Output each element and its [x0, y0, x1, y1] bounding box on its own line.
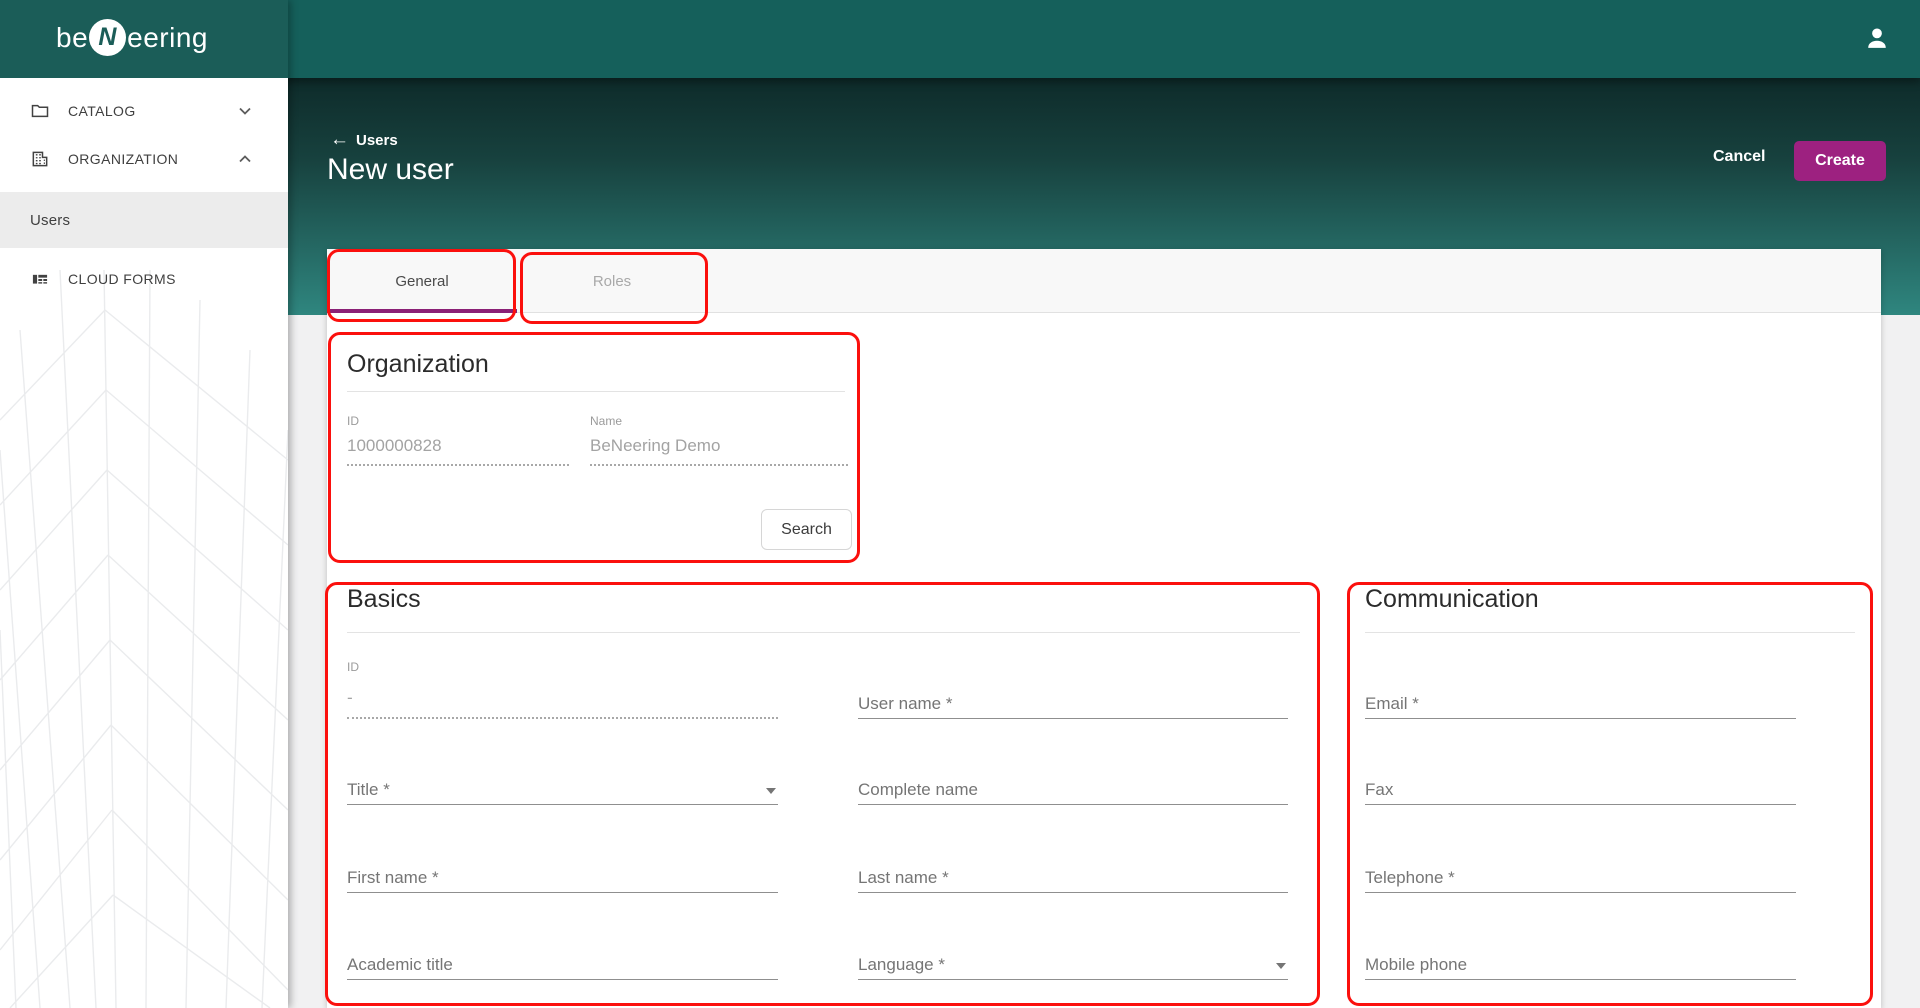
mobile-phone-label: Mobile phone: [1365, 955, 1468, 974]
organization-name-value: BeNeering Demo: [590, 436, 721, 455]
title-select[interactable]: Title *: [347, 780, 778, 808]
email-field[interactable]: Email *: [1365, 694, 1796, 722]
telephone-field[interactable]: Telephone *: [1365, 868, 1796, 896]
first-name-label: First name *: [347, 868, 439, 887]
communication-section-title: Communication: [1365, 585, 1539, 613]
active-tab-underline: [327, 309, 517, 313]
cancel-button[interactable]: Cancel: [1713, 148, 1765, 166]
communication-divider: [1365, 632, 1855, 633]
sidebar-item-label: CLOUD FORMS: [68, 271, 176, 287]
chevron-up-icon: [239, 155, 251, 163]
title-label: Title *: [347, 780, 390, 799]
organization-divider: [347, 391, 845, 392]
basics-section-title: Basics: [347, 585, 421, 613]
logo-text-eering: eering: [127, 21, 208, 53]
sidebar-header: be N eering: [0, 0, 288, 78]
beneering-logo: be N eering: [56, 19, 208, 56]
logo-n-circle-icon: N: [89, 19, 127, 56]
sidebar-item-users[interactable]: Users: [0, 192, 288, 248]
sidebar-item-catalog[interactable]: CATALOG: [0, 88, 288, 134]
chevron-down-icon: [239, 107, 251, 115]
language-select[interactable]: Language *: [858, 955, 1288, 983]
telephone-label: Telephone *: [1365, 868, 1455, 887]
last-name-field[interactable]: Last name *: [858, 868, 1288, 896]
basics-divider: [347, 632, 1300, 633]
sidebar-item-label: CATALOG: [68, 103, 136, 119]
tab-bar: General Roles: [327, 249, 1881, 313]
breadcrumb-back-users[interactable]: ← Users: [330, 129, 398, 151]
basics-id-label: ID: [347, 660, 359, 674]
account-icon[interactable]: [1856, 18, 1898, 60]
sidebar-item-label: ORGANIZATION: [68, 151, 179, 167]
organization-building-icon: [32, 151, 48, 167]
tab-roles-label: Roles: [592, 272, 632, 290]
create-button[interactable]: Create: [1794, 141, 1886, 181]
user-name-label: User name *: [858, 694, 953, 713]
last-name-label: Last name *: [858, 868, 949, 887]
folder-icon: [31, 104, 49, 118]
sidebar-item-organization[interactable]: ORGANIZATION: [0, 136, 288, 182]
search-button[interactable]: Search: [761, 509, 852, 550]
basics-id-value: -: [347, 688, 353, 707]
fax-field[interactable]: Fax: [1365, 780, 1796, 808]
dropdown-arrow-icon: [766, 788, 776, 794]
mobile-phone-field[interactable]: Mobile phone: [1365, 955, 1796, 983]
organization-name-label: Name: [590, 414, 623, 428]
organization-name-field: [590, 464, 848, 466]
app-root: ← Users New user Cancel Create General R…: [0, 0, 1920, 1008]
fax-label: Fax: [1365, 780, 1394, 799]
academic-title-field[interactable]: Academic title: [347, 955, 778, 983]
building-watermark: [0, 270, 288, 1008]
complete-name-field[interactable]: Complete name: [858, 780, 1288, 808]
basics-id-field: [347, 717, 778, 719]
organization-id-field: [347, 464, 569, 466]
sidebar-item-label: Users: [30, 211, 71, 229]
logo-text-be: be: [56, 21, 89, 53]
tab-general[interactable]: General: [327, 249, 517, 313]
cloud-forms-icon: [32, 274, 48, 284]
tab-roles[interactable]: Roles: [517, 249, 707, 313]
tab-general-label: General: [395, 272, 449, 290]
person-icon: [1868, 28, 1886, 48]
organization-section-title: Organization: [347, 350, 489, 378]
email-label: Email *: [1365, 694, 1419, 713]
organization-id-label: ID: [347, 414, 359, 428]
academic-title-label: Academic title: [347, 955, 453, 974]
back-arrow-icon: ←: [330, 129, 349, 150]
top-app-bar: [0, 0, 1920, 78]
sidebar: be N eering CATALOG ORGANIZATION Users C…: [0, 0, 288, 1008]
breadcrumb-label: Users: [356, 131, 398, 149]
dropdown-arrow-icon: [1276, 963, 1286, 969]
user-name-field[interactable]: User name *: [858, 694, 1288, 722]
first-name-field[interactable]: First name *: [347, 868, 778, 896]
page-title: New user: [327, 153, 454, 186]
complete-name-label: Complete name: [858, 780, 979, 799]
sidebar-item-cloud-forms[interactable]: CLOUD FORMS: [0, 256, 288, 302]
language-label: Language *: [858, 955, 945, 974]
organization-id-value: 1000000828: [347, 436, 442, 455]
